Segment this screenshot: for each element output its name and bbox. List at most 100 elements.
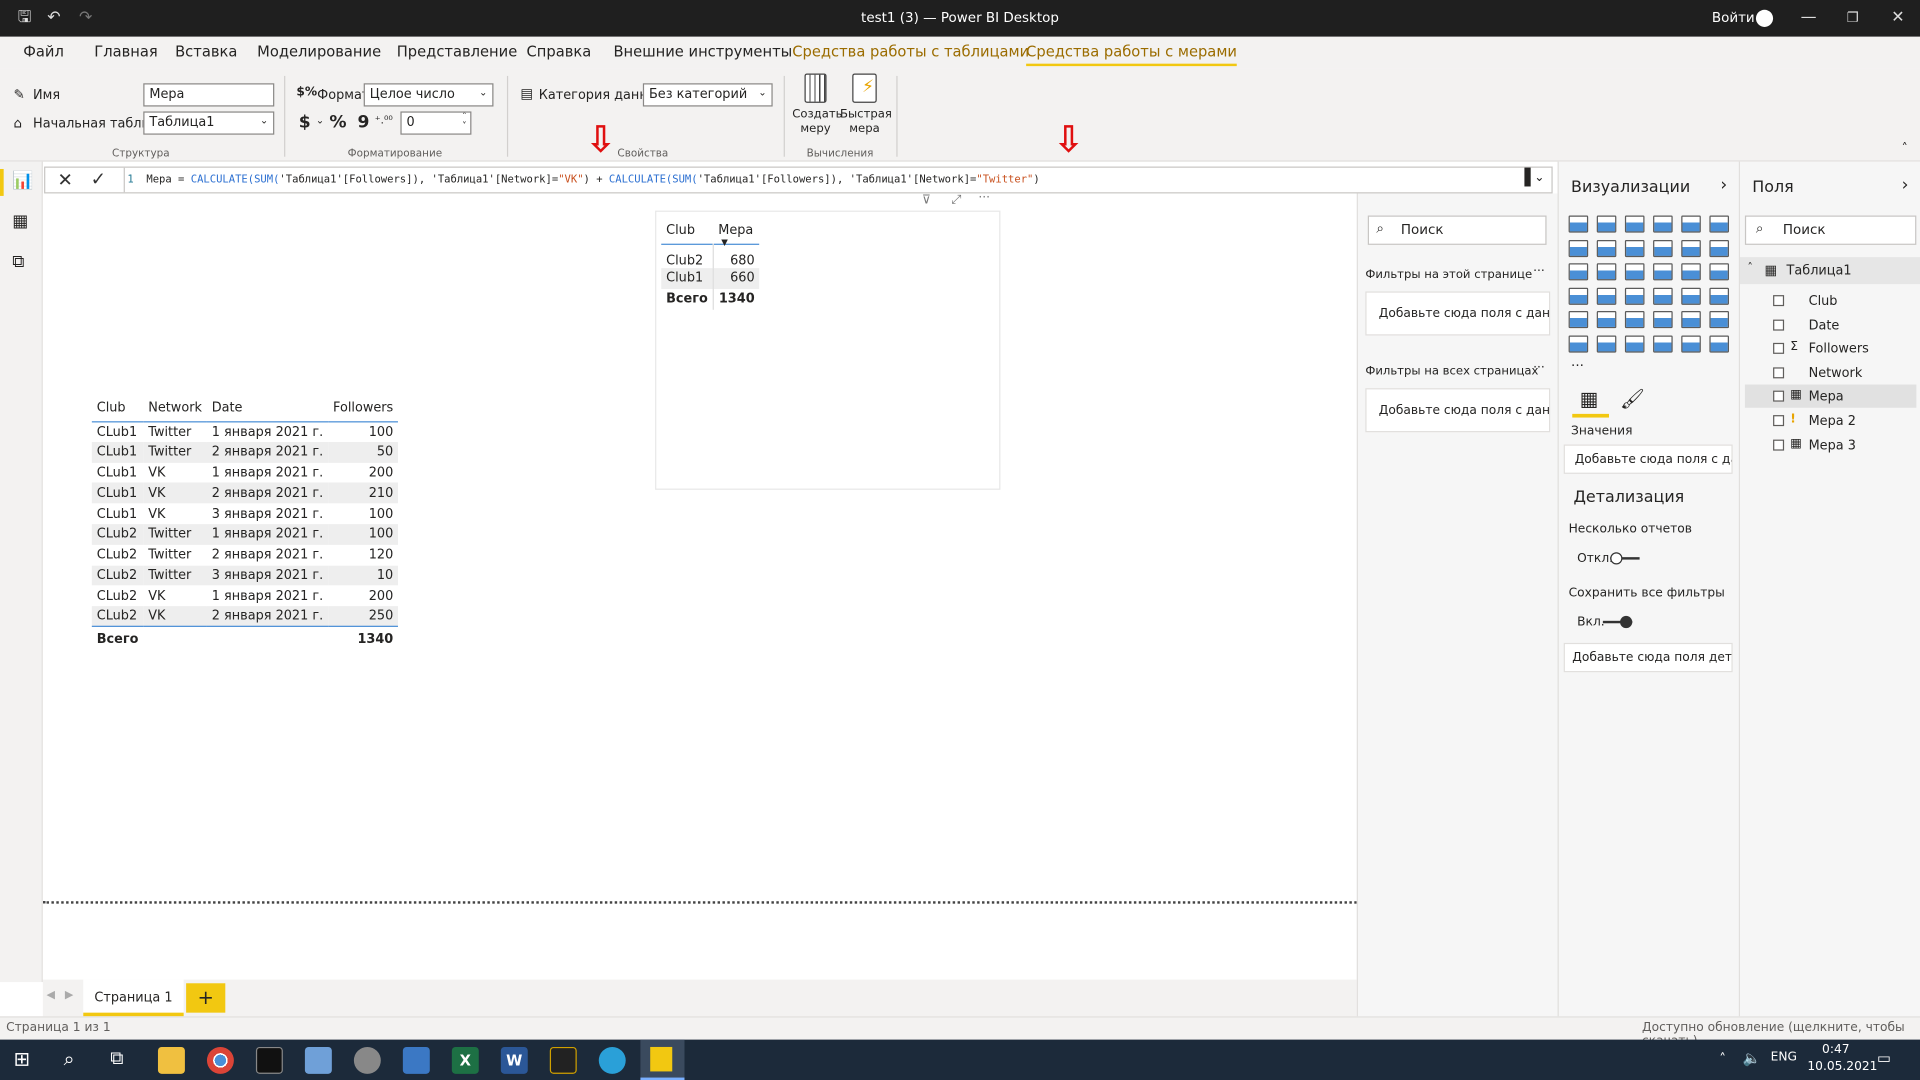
telegram-icon[interactable] bbox=[598, 1046, 626, 1074]
visual-type-icon[interactable] bbox=[1568, 239, 1589, 257]
currency-button[interactable]: $ bbox=[299, 113, 311, 133]
home-table-select[interactable]: Таблица1 ⌄ bbox=[143, 111, 275, 135]
field-item[interactable]: ! Мера 2 bbox=[1745, 409, 1916, 432]
tab-help[interactable]: Справка bbox=[527, 43, 592, 60]
visual-type-icon[interactable] bbox=[1653, 311, 1673, 329]
cross-report-toggle[interactable] bbox=[1610, 552, 1640, 565]
focus-mode-icon[interactable]: ⤢ bbox=[951, 193, 961, 206]
windows-start-icon[interactable]: ⊞ bbox=[13, 1047, 29, 1070]
tab-external-tools[interactable]: Внешние инструменты bbox=[613, 43, 792, 60]
visual-type-icon[interactable] bbox=[1709, 287, 1729, 305]
tab-measure-tools[interactable]: Средства работы с мерами bbox=[1026, 43, 1237, 67]
percent-button[interactable]: % bbox=[329, 113, 346, 133]
collapse-pane-icon[interactable]: › bbox=[1902, 175, 1909, 195]
visual-type-icon[interactable] bbox=[1653, 335, 1673, 353]
visual-type-icon[interactable] bbox=[1596, 263, 1617, 281]
chrome-icon[interactable] bbox=[206, 1046, 234, 1074]
new-measure-button[interactable]: Создать меру bbox=[792, 71, 842, 142]
fields-search-input[interactable]: Поиск bbox=[1744, 215, 1917, 245]
visual-type-icon[interactable] bbox=[1653, 239, 1673, 257]
visual-type-icon[interactable] bbox=[1624, 287, 1645, 305]
visual-type-icon[interactable] bbox=[1624, 335, 1645, 353]
report-view-icon[interactable]: 📊 bbox=[12, 171, 33, 191]
keep-filters-toggle[interactable] bbox=[1602, 615, 1633, 629]
visual-type-icon[interactable] bbox=[1709, 215, 1729, 233]
more-options-icon[interactable]: ··· bbox=[1533, 264, 1545, 277]
avatar[interactable] bbox=[1755, 9, 1774, 27]
visual-type-icon[interactable] bbox=[1709, 263, 1729, 281]
more-visuals-icon[interactable]: ··· bbox=[1571, 358, 1584, 374]
visual-type-icon[interactable] bbox=[1681, 239, 1701, 257]
filters-page-drop[interactable]: Добавьте сюда поля с дан... bbox=[1365, 291, 1551, 336]
more-options-icon[interactable]: ··· bbox=[1533, 361, 1545, 374]
visual-type-icon[interactable] bbox=[1681, 263, 1701, 281]
tab-view[interactable]: Представление bbox=[397, 43, 518, 60]
decimal-places-input[interactable]: 0 ˄ ˅ bbox=[400, 111, 472, 135]
table-visual-data[interactable]: Club Network Date Followers CLub1 Twitter 1 я… bbox=[91, 394, 399, 658]
visual-type-icon[interactable] bbox=[1568, 311, 1589, 329]
file-explorer-icon[interactable] bbox=[157, 1046, 185, 1074]
notifications-icon[interactable]: ▭ bbox=[1877, 1049, 1891, 1066]
visual-type-icon[interactable] bbox=[1653, 215, 1673, 233]
collapse-pane-icon[interactable]: › bbox=[1720, 175, 1727, 195]
visual-type-icon[interactable] bbox=[1596, 311, 1617, 329]
field-checkbox[interactable] bbox=[1773, 391, 1785, 403]
visual-type-icon[interactable] bbox=[1709, 239, 1729, 257]
column-header[interactable]: Мера ▼ bbox=[713, 217, 759, 248]
language-indicator[interactable]: ENG bbox=[1771, 1051, 1797, 1064]
field-item[interactable]: Network bbox=[1745, 361, 1916, 384]
field-checkbox[interactable] bbox=[1773, 439, 1785, 451]
field-item[interactable]: ▦ Мера bbox=[1744, 384, 1917, 409]
values-drop[interactable]: Добавьте сюда поля с дан... bbox=[1563, 444, 1733, 474]
column-header[interactable]: Club bbox=[661, 217, 713, 244]
visual-type-icon[interactable] bbox=[1681, 311, 1701, 329]
app-icon[interactable] bbox=[353, 1046, 381, 1074]
quick-measure-button[interactable]: ⚡ Быстрая мера bbox=[840, 71, 892, 142]
format-paint-icon[interactable]: 🖌 bbox=[1620, 387, 1645, 410]
column-header[interactable]: Followers bbox=[328, 394, 398, 421]
field-item[interactable]: Date bbox=[1745, 313, 1916, 336]
close-icon[interactable]: ✕ bbox=[1888, 9, 1908, 29]
field-item[interactable]: Club bbox=[1745, 289, 1916, 312]
visual-type-icon[interactable] bbox=[1709, 335, 1729, 353]
volume-icon[interactable]: 🔈 bbox=[1742, 1049, 1760, 1066]
visual-type-icon[interactable] bbox=[1653, 263, 1673, 281]
visual-type-icon[interactable] bbox=[1624, 239, 1645, 257]
app-icon[interactable] bbox=[402, 1046, 430, 1074]
filter-icon[interactable]: ⊽ bbox=[922, 193, 931, 206]
sign-in-link[interactable]: Войти bbox=[1712, 10, 1755, 26]
table-visual-measure[interactable]: Club Мера ▼ Club2 680 Club1 660 Всего 1340 bbox=[655, 210, 1001, 490]
table-node[interactable]: ˄ ▦ Таблица1 bbox=[1740, 257, 1920, 285]
tab-home[interactable]: Главная bbox=[94, 43, 157, 60]
field-checkbox[interactable] bbox=[1773, 367, 1785, 379]
tray-chevron-icon[interactable]: ˄ bbox=[1719, 1051, 1726, 1067]
field-checkbox[interactable] bbox=[1773, 319, 1785, 331]
chevron-down-icon[interactable]: ⌄ bbox=[316, 115, 324, 126]
field-checkbox[interactable] bbox=[1773, 295, 1785, 307]
formula-scrollbar-icon[interactable]: ▐ bbox=[1518, 169, 1530, 187]
drillthrough-drop[interactable]: Добавьте сюда поля дета... bbox=[1563, 642, 1733, 673]
tab-table-tools[interactable]: Средства работы с таблицами bbox=[792, 43, 1029, 60]
prev-page-icon[interactable]: ◀ bbox=[47, 989, 55, 1001]
field-checkbox[interactable] bbox=[1773, 415, 1785, 427]
decimal-icon[interactable]: ⁺.⁰⁰ bbox=[375, 115, 393, 127]
model-view-icon[interactable]: ⧉ bbox=[12, 252, 24, 272]
more-options-icon[interactable]: ··· bbox=[978, 191, 990, 204]
search-icon[interactable]: ⌕ bbox=[64, 1047, 75, 1071]
column-header[interactable]: Club bbox=[92, 394, 144, 421]
visual-type-icon[interactable] bbox=[1596, 215, 1617, 233]
clock-date[interactable]: 10.05.2021 bbox=[1807, 1060, 1877, 1073]
field-item[interactable]: Σ Followers bbox=[1745, 337, 1916, 360]
visual-type-icon[interactable] bbox=[1653, 287, 1673, 305]
notepad-icon[interactable] bbox=[304, 1046, 332, 1074]
measure-name-input[interactable]: Мера bbox=[143, 83, 275, 107]
terminal-icon[interactable] bbox=[255, 1046, 283, 1074]
visual-type-icon[interactable] bbox=[1624, 263, 1645, 281]
app-icon[interactable] bbox=[549, 1046, 577, 1074]
column-header[interactable]: Date bbox=[207, 394, 328, 421]
page-tab[interactable]: Страница 1 bbox=[83, 979, 184, 1017]
minimize-icon[interactable]: — bbox=[1799, 9, 1819, 29]
commit-formula-icon[interactable]: ✓ bbox=[91, 168, 106, 190]
tab-file[interactable]: Файл bbox=[23, 43, 64, 60]
visual-type-icon[interactable] bbox=[1568, 287, 1589, 305]
